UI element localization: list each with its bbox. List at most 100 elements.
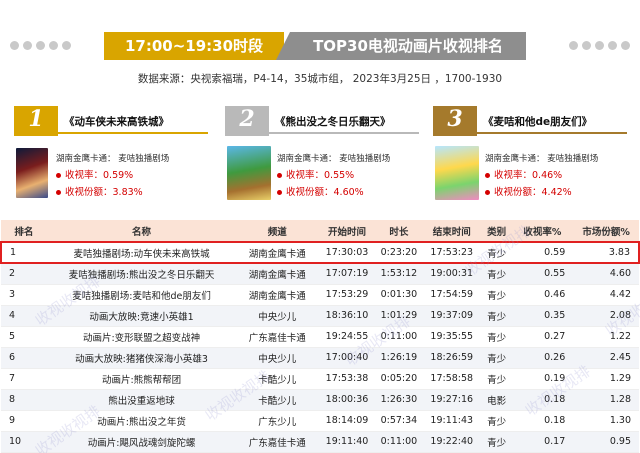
cell-name: 动画大放映:竞速小英雄1 xyxy=(46,305,237,327)
cell-start-time: 17:00:40 xyxy=(318,347,376,369)
cell-name: 动画片:变形联盟之超变战神 xyxy=(46,326,237,348)
share-label: 收视份额： xyxy=(65,187,113,198)
cell-rating: 0.26 xyxy=(511,347,574,369)
table-row: 3 麦咭独播剧场:麦咭和他de朋友们 湖南金鹰卡通 17:53:29 0:01:30 17… xyxy=(1,284,639,306)
top-program-3: 3 《麦咭和他de朋友们》 湖南金鹰卡通： 麦咭独播剧场 收视率：0.46% 收… xyxy=(433,104,633,204)
cell-rank: 5 xyxy=(1,326,47,348)
table-header-row: 排名 名称 频道 开始时间 时长 结束时间 类别 收视率% 市场份额% xyxy=(1,220,639,242)
program-channel: 湖南金鹰卡通： 麦咭独播剧场 xyxy=(56,154,170,164)
program-title: 《麦咭和他de朋友们》 xyxy=(483,116,593,128)
header-rank: 排名 xyxy=(1,220,47,242)
cell-category: 青少 xyxy=(481,431,512,453)
cell-rank: 4 xyxy=(1,305,47,327)
cell-name: 麦咭独播剧场:麦咭和他de朋友们 xyxy=(46,284,237,306)
program-channel: 湖南金鹰卡通： 麦咭独播剧场 xyxy=(485,154,599,164)
poster-image xyxy=(16,148,48,198)
bullet-icon xyxy=(277,190,282,195)
rating-value: 0.46% xyxy=(532,170,563,181)
cell-name: 麦咭独播剧场:动车侠未来高铁城 xyxy=(46,241,237,264)
rank-number: 2 xyxy=(239,106,255,132)
top-program-1: 1 《动车侠未来高铁城》 湖南金鹰卡通： 麦咭独播剧场 收视率：0.59% 收视… xyxy=(14,104,214,204)
cell-end-time: 18:26:59 xyxy=(421,347,482,369)
cell-channel: 湖南金鹰卡通 xyxy=(236,284,319,306)
decorative-dots-left xyxy=(10,41,71,51)
cell-rank: 8 xyxy=(1,389,47,411)
cell-rating: 0.19 xyxy=(511,368,574,390)
cell-end-time: 19:35:55 xyxy=(421,326,482,348)
rank-number: 3 xyxy=(447,106,463,132)
header-start-time: 开始时间 xyxy=(318,220,376,242)
time-slot-label: 17:00~19:30时段 xyxy=(124,37,264,55)
share-label: 收视份额： xyxy=(286,187,334,198)
table-row: 5 动画片:变形联盟之超变战神 广东嘉佳卡通 19:24:55 0:11:00 19:35… xyxy=(1,326,639,348)
header-duration: 时长 xyxy=(375,220,422,242)
header-name: 名称 xyxy=(46,220,237,242)
bullet-icon xyxy=(485,173,490,178)
rank-underline xyxy=(58,132,208,134)
cell-category: 青少 xyxy=(481,284,512,306)
cell-start-time: 19:11:40 xyxy=(318,431,376,453)
cell-start-time: 18:14:09 xyxy=(318,410,376,432)
cell-rating: 0.17 xyxy=(511,431,574,453)
table-row: 7 动画片:熊熊帮帮团 卡酷少儿 17:53:38 0:05:20 17:58:58 青少 0… xyxy=(1,368,639,390)
cell-channel: 广东嘉佳卡通 xyxy=(236,326,319,348)
cell-share: 1.30 xyxy=(573,410,639,432)
cell-name: 动画片:飓风战魂剑旋陀螺 xyxy=(46,431,237,453)
bullet-icon xyxy=(56,190,61,195)
program-title: 《动车侠未来高铁城》 xyxy=(64,116,169,128)
cell-channel: 卡酷少儿 xyxy=(236,368,319,390)
rating-value: 0.59% xyxy=(103,170,134,181)
cell-share: 1.28 xyxy=(573,389,639,411)
cell-end-time: 19:00:31 xyxy=(421,263,482,285)
cell-channel: 广东嘉佳卡通 xyxy=(236,431,319,453)
table-row: 6 动画大放映:猪猪侠深海小英雄3 中央少儿 17:00:40 1:26:19 18:26… xyxy=(1,347,639,369)
cell-name: 动画大放映:猪猪侠深海小英雄3 xyxy=(46,347,237,369)
rank-number: 1 xyxy=(28,106,44,132)
share-line: 收视份额：4.60% xyxy=(277,184,364,198)
cell-share: 4.42 xyxy=(573,284,639,306)
cell-channel: 广东少儿 xyxy=(236,410,319,432)
cell-category: 电影 xyxy=(481,389,512,411)
cell-share: 2.45 xyxy=(573,347,639,369)
share-line: 收视份额：3.83% xyxy=(56,184,143,198)
cell-category: 青少 xyxy=(481,410,512,432)
rating-value: 0.55% xyxy=(324,170,355,181)
cell-category: 青少 xyxy=(481,263,512,285)
cell-duration: 0:11:00 xyxy=(375,431,422,453)
cell-category: 青少 xyxy=(481,305,512,327)
share-line: 收视份额：4.42% xyxy=(485,184,572,198)
rating-line: 收视率：0.46% xyxy=(485,167,562,181)
decorative-dots-right xyxy=(569,41,630,51)
cell-end-time: 19:11:43 xyxy=(421,410,482,432)
rating-line: 收视率：0.55% xyxy=(277,167,354,181)
cell-end-time: 17:53:23 xyxy=(421,241,482,264)
rank-underline xyxy=(477,132,627,134)
cell-rating: 0.59 xyxy=(511,241,574,264)
cell-name: 麦咭独播剧场:熊出没之冬日乐翻天 xyxy=(46,263,237,285)
cell-start-time: 18:36:10 xyxy=(318,305,376,327)
table-row: 2 麦咭独播剧场:熊出没之冬日乐翻天 湖南金鹰卡通 17:07:19 1:53:12 19… xyxy=(1,263,639,285)
poster-image xyxy=(435,146,479,200)
cell-category: 青少 xyxy=(481,347,512,369)
cell-name: 熊出没重返地球 xyxy=(46,389,237,411)
cell-end-time: 17:54:59 xyxy=(421,284,482,306)
cell-start-time: 17:53:38 xyxy=(318,368,376,390)
cell-name: 动画片:熊出没之年货 xyxy=(46,410,237,432)
cell-start-time: 19:24:55 xyxy=(318,326,376,348)
header-end-time: 结束时间 xyxy=(421,220,482,242)
table-row: 4 动画大放映:竞速小英雄1 中央少儿 18:36:10 1:01:29 19:37:09… xyxy=(1,305,639,327)
bullet-icon xyxy=(277,173,282,178)
header-share: 市场份额% xyxy=(573,220,639,242)
cell-rating: 0.46 xyxy=(511,284,574,306)
table-body: 1 麦咭独播剧场:动车侠未来高铁城 湖南金鹰卡通 17:30:03 0:23:20 17:… xyxy=(0,241,640,453)
header-category: 类别 xyxy=(481,220,512,242)
cell-duration: 1:26:30 xyxy=(375,389,422,411)
cell-rank: 2 xyxy=(1,263,47,285)
share-value: 3.83% xyxy=(112,187,143,198)
rating-label: 收视率： xyxy=(286,170,325,181)
cell-channel: 中央少儿 xyxy=(236,347,319,369)
cell-start-time: 17:30:03 xyxy=(318,241,376,264)
rank-underline xyxy=(269,132,419,134)
cell-share: 1.22 xyxy=(573,326,639,348)
cell-share: 4.60 xyxy=(573,263,639,285)
